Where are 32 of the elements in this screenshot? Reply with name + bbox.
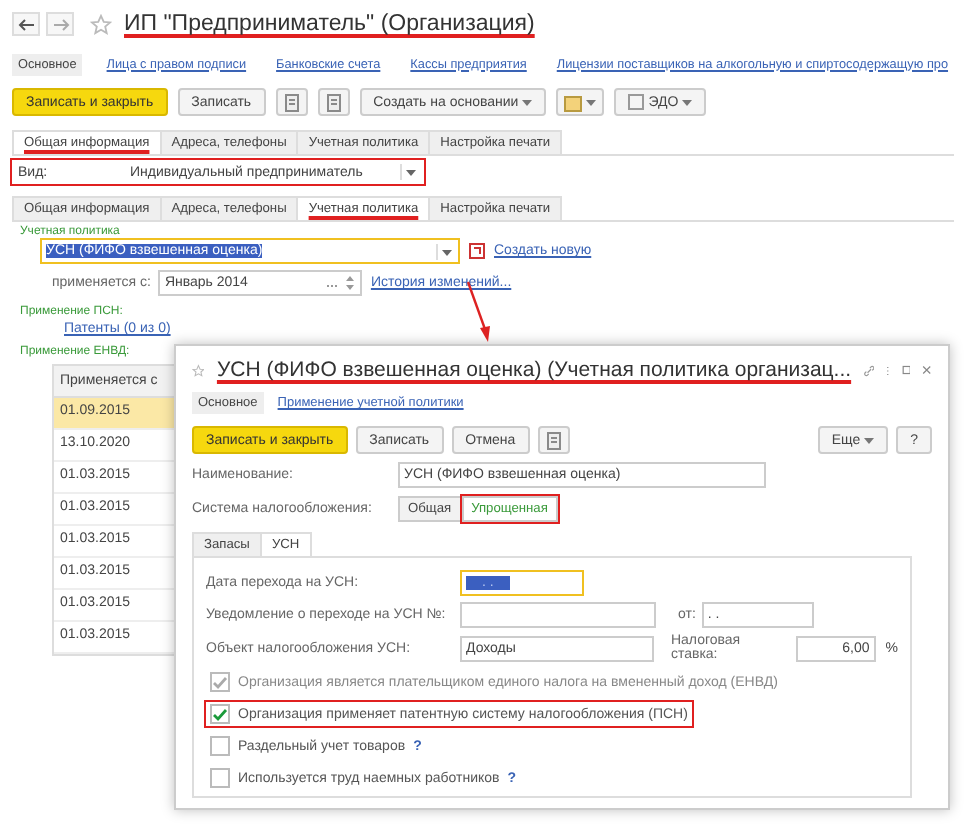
document-icon-button[interactable] (317, 88, 350, 116)
star-icon[interactable] (192, 359, 205, 381)
forward-arrow-icon (51, 17, 69, 31)
document-icon-button[interactable] (275, 88, 308, 116)
spinner-icon[interactable] (344, 274, 357, 292)
print-menu-button[interactable] (556, 88, 605, 116)
caret-icon (682, 99, 693, 105)
document-icon (325, 93, 342, 111)
checkmark-icon (212, 675, 228, 689)
caret-icon (864, 437, 875, 443)
dropdown-icon[interactable] (436, 243, 454, 259)
dropdown-icon[interactable] (400, 164, 418, 180)
checkbox[interactable] (210, 768, 230, 788)
back-arrow-icon (17, 17, 35, 31)
checkbox[interactable] (210, 704, 230, 724)
close-icon[interactable] (922, 362, 933, 378)
document-icon-button[interactable] (537, 426, 570, 454)
notice-number-field[interactable] (460, 602, 656, 628)
caret-icon (586, 99, 597, 105)
open-icon[interactable] (468, 242, 486, 260)
folder-icon (564, 93, 583, 111)
window-title: ИП "Предприниматель" (Организация) (124, 12, 535, 36)
checkmark-icon (212, 707, 228, 721)
document-icon (628, 94, 645, 110)
back-button[interactable] (12, 12, 40, 36)
checkbox[interactable] (210, 736, 230, 756)
document-icon (545, 431, 562, 449)
link-icon[interactable] (863, 361, 874, 379)
star-icon[interactable] (90, 13, 112, 35)
caret-icon (522, 99, 533, 105)
document-icon (283, 93, 300, 111)
maximize-icon[interactable] (901, 362, 911, 378)
